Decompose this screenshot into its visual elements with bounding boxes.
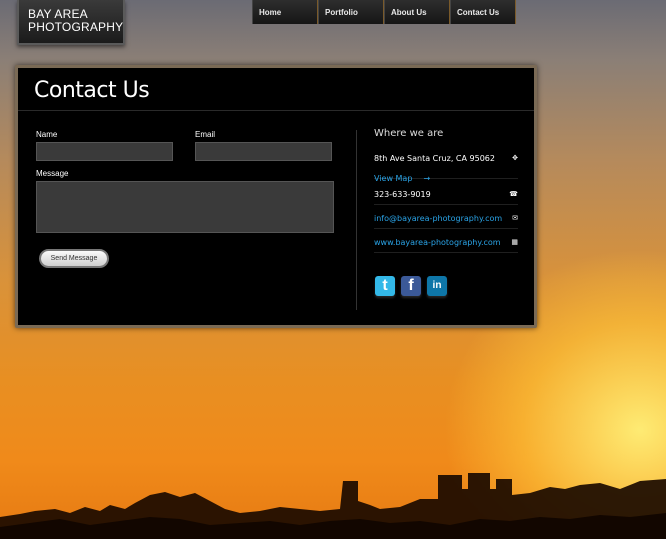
nav-item-portfolio[interactable]: Portfolio: [318, 0, 384, 24]
arrow-right-icon: →: [423, 174, 431, 183]
address-text: 8th Ave Santa Cruz, CA 95062: [374, 154, 495, 163]
nav-item-about-us[interactable]: About Us: [384, 0, 450, 24]
name-label: Name: [36, 130, 58, 139]
website-link[interactable]: www.bayarea-photography.com: [374, 238, 518, 247]
nav-item-contact-us[interactable]: Contact Us: [450, 0, 516, 24]
view-map-line: View Map →: [374, 166, 518, 185]
where-we-are-heading: Where we are: [374, 128, 444, 139]
logo-text: BAY AREA PHOTOGRAPHY: [28, 8, 123, 34]
location-move-icon: ✥: [512, 154, 518, 162]
column-divider: [356, 130, 357, 310]
address-row: 8th Ave Santa Cruz, CA 95062 View Map → …: [374, 154, 518, 183]
phone-icon: ☎: [509, 190, 518, 198]
city-skyline-silhouette: [0, 473, 666, 539]
page-title: Contact Us: [34, 78, 150, 103]
facebook-icon[interactable]: f: [401, 276, 421, 296]
email-label: Email: [195, 130, 216, 139]
email-row: info@bayarea-photography.com ✉: [374, 214, 518, 229]
message-label: Message: [36, 169, 69, 178]
email-link[interactable]: info@bayarea-photography.com: [374, 214, 518, 223]
twitter-icon[interactable]: t: [375, 276, 395, 296]
site-logo[interactable]: BAY AREA PHOTOGRAPHY: [17, 0, 125, 45]
name-field[interactable]: [36, 142, 173, 161]
message-textarea[interactable]: [36, 181, 334, 233]
website-row: www.bayarea-photography.com ▦: [374, 238, 518, 253]
website-grid-icon: ▦: [511, 238, 518, 246]
nav-item-home[interactable]: Home: [252, 0, 318, 24]
phone-text: 323-633-9019: [374, 190, 431, 199]
send-message-button[interactable]: Send Message: [39, 249, 109, 268]
phone-row: 323-633-9019 ☎: [374, 190, 518, 205]
email-field[interactable]: [195, 142, 332, 161]
contact-panel: Contact Us Name Email Message Send Messa…: [15, 65, 537, 328]
view-map-link[interactable]: View Map: [374, 174, 412, 183]
logo-line-2: PHOTOGRAPHY: [28, 20, 124, 34]
title-divider: [18, 110, 534, 111]
main-nav: Home Portfolio About Us Contact Us: [252, 0, 516, 24]
linkedin-icon[interactable]: in: [427, 276, 447, 296]
envelope-icon: ✉: [512, 214, 518, 222]
